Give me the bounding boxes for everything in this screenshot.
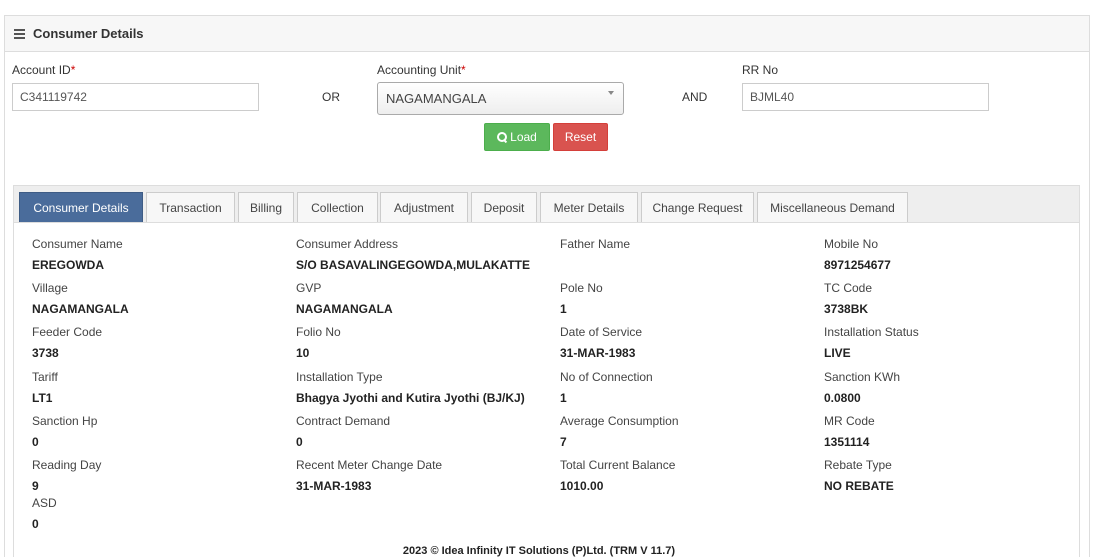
field-tc-code: TC Code 3738BK xyxy=(824,281,873,316)
field-average-consumption: Average Consumption 7 xyxy=(560,414,679,449)
field-recent-meter-change-date: Recent Meter Change Date 31-MAR-1983 xyxy=(296,458,443,493)
tab-deposit[interactable]: Deposit xyxy=(471,192,537,222)
reset-button[interactable]: Reset xyxy=(553,123,608,151)
field-rebate-type: Rebate Type NO REBATE xyxy=(824,458,894,493)
field-reading-day: Reading Day 9 xyxy=(32,458,102,493)
tab-meter-details[interactable]: Meter Details xyxy=(540,192,638,222)
tab-adjustment[interactable]: Adjustment xyxy=(380,192,468,222)
field-tariff: Tariff LT1 xyxy=(32,370,58,405)
panel-title: Consumer Details xyxy=(33,26,144,41)
field-sanction-hp: Sanction Hp 0 xyxy=(32,414,98,449)
or-text: OR xyxy=(322,90,340,104)
field-mobile-no: Mobile No 8971254677 xyxy=(824,237,891,272)
field-asd: ASD 0 xyxy=(32,496,57,531)
search-icon xyxy=(497,132,508,142)
load-button[interactable]: Load xyxy=(484,123,550,151)
field-installation-type: Installation Type Bhagya Jyothi and Kutir… xyxy=(296,370,525,405)
rr-no-label: RR No xyxy=(742,63,779,77)
field-village: Village NAGAMANGALA xyxy=(32,281,129,316)
tab-collection[interactable]: Collection xyxy=(297,192,378,222)
footer-copyright: 2023 © Idea Infinity IT Solutions (P)Ltd… xyxy=(402,545,676,557)
panel-heading: Consumer Details xyxy=(5,16,1089,52)
hamburger-icon[interactable] xyxy=(14,27,25,41)
field-date-of-service: Date of Service 31-MAR-1983 xyxy=(560,325,643,360)
field-no-of-connection: No of Connection 1 xyxy=(560,370,653,405)
field-sanction-kwh: Sanction KWh 0.0800 xyxy=(824,370,901,405)
account-id-label: Account ID* xyxy=(12,63,76,77)
accounting-unit-value: NAGAMANGALA xyxy=(386,91,487,106)
field-installation-status: Installation Status LIVE xyxy=(824,325,919,360)
rr-no-input[interactable] xyxy=(742,83,989,111)
field-father-name: Father Name xyxy=(560,237,631,251)
dropdown-arrow-icon xyxy=(608,91,614,95)
tab-strip: Consumer Details Transaction Billing Col… xyxy=(14,186,1079,223)
and-text: AND xyxy=(682,90,708,104)
field-pole-no: Pole No 1 xyxy=(560,281,603,316)
account-id-input[interactable] xyxy=(12,83,259,111)
field-folio-no: Folio No 10 xyxy=(296,325,341,360)
field-gvp: GVP NAGAMANGALA xyxy=(296,281,393,316)
field-contract-demand: Contract Demand 0 xyxy=(296,414,391,449)
field-mr-code: MR Code 1351114 xyxy=(824,414,875,449)
tab-transaction[interactable]: Transaction xyxy=(146,192,235,222)
field-feeder-code: Feeder Code 3738 xyxy=(32,325,103,360)
field-total-current-balance: Total Current Balance 1010.00 xyxy=(560,458,676,493)
tab-miscellaneous-demand[interactable]: Miscellaneous Demand xyxy=(757,192,908,222)
tab-consumer-details[interactable]: Consumer Details xyxy=(19,192,143,222)
tab-billing[interactable]: Billing xyxy=(238,192,294,222)
field-consumer-address: Consumer Address S/O BASAVALINGEGOWDA,MUL… xyxy=(296,237,530,272)
field-consumer-name: Consumer Name EREGOWDA xyxy=(32,237,123,272)
accounting-unit-label: Accounting Unit* xyxy=(377,63,466,77)
tab-change-request[interactable]: Change Request xyxy=(641,192,754,222)
detail-tabs: Consumer Details Transaction Billing Col… xyxy=(13,185,1080,557)
accounting-unit-select[interactable]: NAGAMANGALA xyxy=(377,82,624,115)
